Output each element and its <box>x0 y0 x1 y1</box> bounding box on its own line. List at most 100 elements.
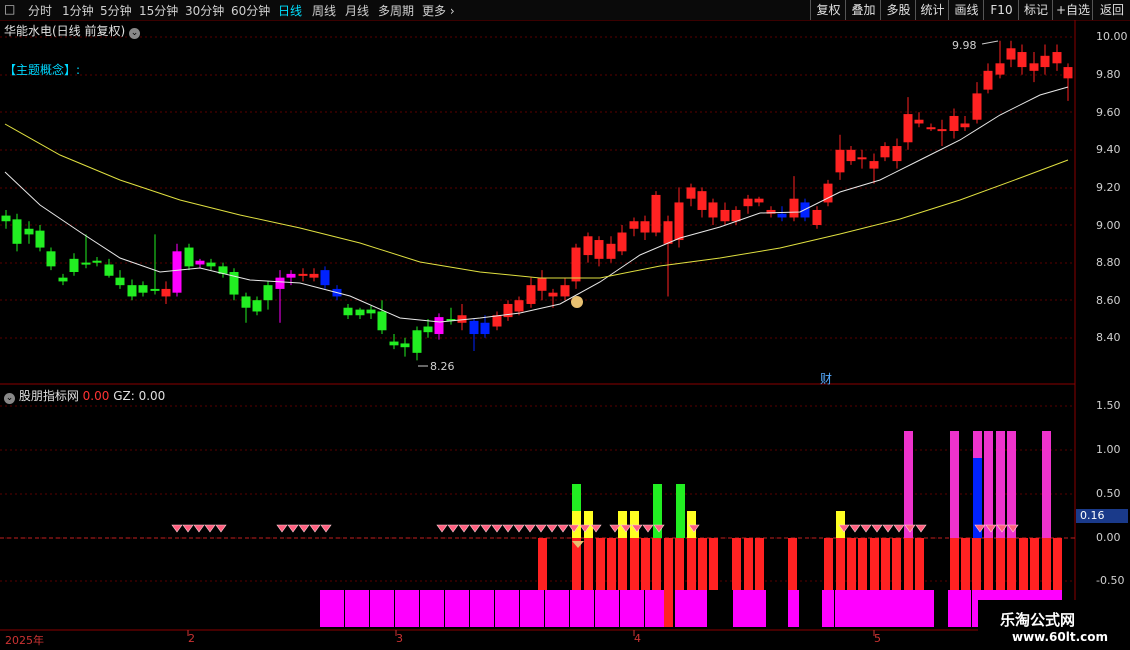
diamond-marker <box>882 524 894 533</box>
indicator-signal-bar <box>950 431 959 538</box>
candle-body <box>286 273 296 278</box>
indicator-base-bar <box>620 590 644 627</box>
finance-marker[interactable]: 财 <box>820 370 832 387</box>
date-label: 2025年 <box>5 634 44 647</box>
candle-body <box>400 343 410 348</box>
candle-body <box>81 262 91 265</box>
candle-body <box>926 127 936 130</box>
diamond-marker <box>458 524 470 533</box>
candle-body <box>127 285 137 297</box>
date-label: 3 <box>396 632 403 645</box>
concept-label: 【主题概念】: <box>4 63 81 77</box>
indicator-red-bar <box>1030 538 1039 590</box>
candle-body <box>298 273 308 276</box>
indicator-base-bar <box>395 590 419 627</box>
diamond-marker <box>871 524 883 533</box>
candle-body <box>206 262 216 267</box>
indic-y-tick: 0.50 <box>1096 487 1121 500</box>
indicator-red-bar <box>1007 538 1016 590</box>
candle-body <box>949 115 959 131</box>
indicator-base-bar <box>595 590 619 627</box>
candle-body <box>423 326 433 333</box>
diamond-marker <box>320 524 332 533</box>
indicator-base-bar <box>822 590 834 627</box>
candle-body <box>972 93 982 120</box>
candle-body <box>138 285 148 293</box>
chevron-down-icon[interactable]: ⌄ <box>129 28 141 39</box>
indicator-base-bar <box>520 590 544 627</box>
indicator-signal-bar <box>687 511 696 538</box>
diamond-marker <box>436 524 448 533</box>
y-tick: 9.60 <box>1096 106 1121 119</box>
indicator-red-bar <box>870 538 879 590</box>
diamond-marker <box>860 524 872 533</box>
indicator-red-bar <box>607 538 616 590</box>
candle-body <box>1040 55 1050 68</box>
candle-body <box>46 251 56 267</box>
diamond-marker <box>447 524 459 533</box>
indicator-red-bar <box>675 538 684 590</box>
diamond-marker <box>513 524 525 533</box>
watermark-title: 乐淘公式网 <box>1000 611 1076 629</box>
candle-body <box>857 157 867 160</box>
y-tick: 9.00 <box>1096 219 1121 232</box>
ma-line-yellow <box>4 123 1069 279</box>
indicator-signal-bar <box>1042 431 1051 538</box>
indicator-red-bar <box>709 538 718 590</box>
indicator-signal-bar <box>630 511 639 538</box>
candle-body <box>526 285 536 304</box>
diamond-marker <box>309 524 321 533</box>
high-price-label: 9.98 <box>952 39 977 52</box>
date-label: 4 <box>634 632 641 645</box>
candle-body <box>492 315 502 327</box>
candle-body <box>846 149 856 162</box>
indicator-base-bar <box>495 590 519 627</box>
indicator-base-bar <box>645 590 664 627</box>
chart-canvas[interactable] <box>0 0 1130 650</box>
indicator-signal-bar <box>676 484 685 538</box>
diamond-marker <box>182 524 194 533</box>
indicator-red-bar <box>915 538 924 590</box>
diamond-marker <box>524 524 536 533</box>
indicator-base-bar <box>948 590 971 627</box>
candle-body <box>880 146 890 158</box>
diamond-marker <box>298 524 310 533</box>
indicator-signal-bar <box>572 511 581 538</box>
candle-body <box>777 213 787 218</box>
indicator-red-bar <box>950 538 959 590</box>
candle-body <box>195 260 205 265</box>
diamond-marker <box>287 524 299 533</box>
candle-body <box>263 285 273 301</box>
diamond-marker <box>915 524 927 533</box>
candle-body <box>377 311 387 331</box>
indicator-red-bar <box>596 538 605 590</box>
indicator-red-bar <box>618 538 627 590</box>
candle-body <box>161 288 171 297</box>
candle-body <box>366 309 376 314</box>
stock-title: 华能水电(日线 前复权) ⌄ <box>4 22 141 39</box>
candle-body <box>104 264 114 276</box>
candle-body <box>560 285 570 297</box>
candle-body <box>412 330 422 353</box>
indicator-signal-bar <box>904 431 913 538</box>
y-tick: 9.40 <box>1096 143 1121 156</box>
low-price-label: 8.26 <box>430 360 455 373</box>
candle-body <box>720 209 730 222</box>
diamond-marker <box>546 524 558 533</box>
candle-body <box>663 221 673 244</box>
candle-body <box>69 258 79 272</box>
indicator-red-bar <box>1042 538 1051 590</box>
candle-body <box>537 277 547 291</box>
candle-body <box>1006 48 1016 60</box>
indicator-base-bar <box>545 590 569 627</box>
candle-body <box>571 247 581 282</box>
indicator-red-bar <box>961 538 970 590</box>
indicator-base-bar <box>345 590 369 627</box>
indicator-base-bar <box>570 590 594 627</box>
diamond-marker <box>642 524 654 533</box>
indicator-red-bar <box>788 538 797 590</box>
money-bag-icon <box>571 296 583 308</box>
indicator-signal-bar <box>584 511 593 538</box>
candle-body <box>1063 67 1073 79</box>
collapse-icon[interactable]: ⌄ <box>4 393 15 404</box>
